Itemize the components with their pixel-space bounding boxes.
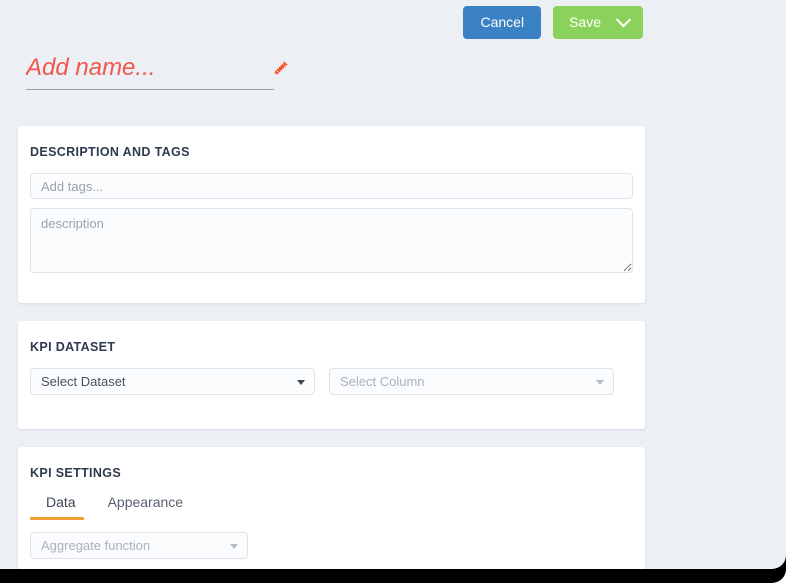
dataset-select-row: Select Dataset Select Column (30, 368, 633, 395)
description-textarea[interactable] (30, 208, 633, 273)
aggregate-function-value: Aggregate function (41, 538, 151, 553)
aggregate-function-dropdown[interactable]: Aggregate function (30, 532, 248, 559)
description-card-body (18, 159, 645, 278)
description-and-tags-card: DESCRIPTION AND TAGS (18, 126, 645, 303)
save-button-label[interactable]: Save (569, 15, 601, 29)
select-dataset-value: Select Dataset (41, 374, 126, 389)
app-page: Cancel Save Add name... DESCRIPTION AND … (0, 0, 786, 569)
kpi-name-row (26, 54, 288, 90)
caret-down-icon (297, 379, 305, 385)
pencil-icon[interactable] (270, 59, 290, 79)
tags-input[interactable] (30, 173, 633, 199)
dataset-card-title: KPI DATASET (30, 340, 116, 354)
save-button-group[interactable]: Save (553, 6, 643, 39)
tab-appearance[interactable]: Appearance (92, 494, 200, 520)
select-dataset-dropdown[interactable]: Select Dataset (30, 368, 315, 395)
settings-card-body: Data Appearance Aggregate function (18, 494, 645, 559)
tab-data[interactable]: Data (30, 494, 92, 520)
page-content: Cancel Save Add name... DESCRIPTION AND … (0, 0, 786, 569)
kpi-dataset-card: KPI DATASET Select Dataset Select Column (18, 321, 645, 429)
dataset-card-body: Select Dataset Select Column (18, 368, 645, 395)
kpi-name-input[interactable] (26, 54, 274, 90)
caret-down-icon (596, 379, 604, 385)
screenshot-viewport: Cancel Save Add name... DESCRIPTION AND … (0, 0, 802, 585)
kpi-settings-card: KPI SETTINGS Data Appearance Aggregate f… (18, 447, 645, 569)
select-column-dropdown[interactable]: Select Column (329, 368, 614, 395)
select-column-value: Select Column (340, 374, 425, 389)
cancel-button[interactable]: Cancel (463, 6, 542, 39)
description-card-title: DESCRIPTION AND TAGS (30, 145, 190, 159)
caret-down-icon (230, 543, 238, 549)
chevron-down-icon[interactable] (615, 11, 632, 27)
form-action-bar: Cancel Save (463, 6, 643, 39)
settings-card-title: KPI SETTINGS (30, 466, 122, 480)
settings-tab-bar: Data Appearance (30, 494, 633, 520)
